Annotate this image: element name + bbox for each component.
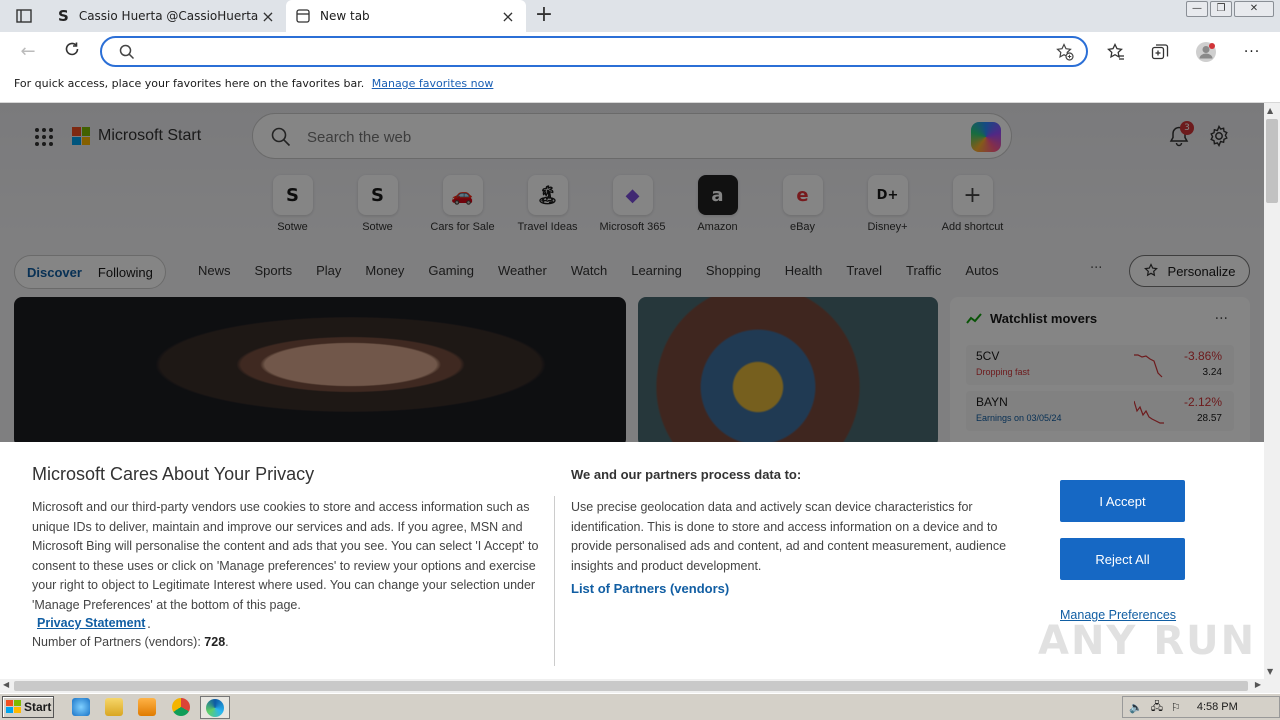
modal-backdrop (0, 103, 1264, 442)
close-tab-icon[interactable]: × (500, 7, 516, 26)
taskbar: Start 🔈 🖧 ⚐ 4:58 PM (0, 693, 1280, 720)
favorites-button[interactable] (1104, 40, 1128, 64)
vertical-scrollbar[interactable]: ▲ ▼ (1264, 103, 1280, 679)
scroll-down-icon[interactable]: ▼ (1267, 667, 1273, 676)
manage-favorites-link[interactable]: Manage favorites now (372, 77, 494, 90)
add-favorite-icon[interactable] (1056, 43, 1074, 61)
favorites-bar-message: For quick access, place your favorites h… (14, 77, 365, 90)
chrome-icon[interactable] (172, 698, 190, 716)
edge-taskbar-button[interactable] (200, 696, 230, 719)
privacy-statement-link[interactable]: Privacy Statement (37, 616, 145, 630)
flag-icon[interactable]: ⚐ (1171, 701, 1181, 714)
address-input[interactable] (146, 42, 1026, 62)
network-icon[interactable]: 🖧 (1151, 698, 1163, 717)
partners-label: Number of Partners (vendors): (32, 635, 201, 649)
collections-button[interactable] (1148, 40, 1172, 64)
restore-button[interactable]: ❐ (1210, 1, 1232, 17)
collections-icon (1151, 44, 1169, 60)
system-tray: 🔈 🖧 ⚐ 4:58 PM (1122, 696, 1280, 718)
folder-icon[interactable] (105, 698, 123, 716)
windows-logo-icon (6, 700, 21, 713)
tab-title: Cassio Huerta @CassioHuerta - T (78, 9, 260, 23)
volume-icon[interactable]: 🔈 (1129, 701, 1143, 714)
tab-actions-button[interactable] (8, 5, 40, 27)
internet-explorer-icon[interactable] (72, 698, 90, 716)
accept-button[interactable]: I Accept (1060, 480, 1185, 522)
partners-number: 728 (204, 635, 226, 649)
privacy-consent-panel: Microsoft Cares About Your Privacy Micro… (0, 442, 1264, 679)
scroll-right-icon[interactable]: ▶ (1255, 680, 1261, 689)
search-icon (119, 44, 135, 60)
privacy-title: Microsoft Cares About Your Privacy (32, 464, 315, 484)
address-bar[interactable] (100, 36, 1088, 67)
scroll-thumb[interactable] (14, 681, 1248, 691)
edge-icon (206, 698, 224, 717)
avatar-icon (1196, 42, 1216, 62)
partners-count: Number of Partners (vendors): 728. (32, 635, 229, 649)
tab-actions-icon (16, 9, 32, 23)
tab-cassio-huerta[interactable]: S Cassio Huerta @CassioHuerta - T × (48, 0, 286, 32)
new-tab-button[interactable]: + (532, 4, 556, 28)
refresh-icon (65, 42, 79, 56)
sotwe-favicon-icon: S (58, 7, 69, 25)
favorites-icon (1107, 43, 1124, 60)
profile-button[interactable] (1194, 40, 1218, 64)
minimize-button[interactable]: — (1186, 1, 1208, 17)
scroll-left-icon[interactable]: ◀ (3, 680, 9, 689)
scroll-up-icon[interactable]: ▲ (1267, 106, 1273, 115)
media-player-icon[interactable] (138, 698, 156, 716)
tab-new-tab[interactable]: New tab × (286, 0, 526, 32)
list-of-partners-link[interactable]: List of Partners (vendors) (571, 581, 729, 596)
start-label: Start (24, 700, 52, 714)
start-button[interactable]: Start (2, 696, 54, 718)
scroll-thumb[interactable] (1266, 119, 1278, 203)
settings-more-button[interactable]: ··· (1240, 40, 1264, 64)
partners-period: . (225, 635, 229, 649)
reject-all-button[interactable]: Reject All (1060, 538, 1185, 580)
back-button[interactable]: ← (16, 40, 40, 64)
privacy-link-period: . (147, 616, 151, 631)
scrollbar-corner (1264, 679, 1280, 693)
clock: 4:58 PM (1196, 701, 1238, 713)
window-controls: — ❐ ✕ (1186, 1, 1274, 17)
close-tab-icon[interactable]: × (260, 7, 276, 26)
close-window-button[interactable]: ✕ (1234, 1, 1274, 17)
divider (554, 496, 555, 666)
watermark: ANY RUN (1038, 618, 1257, 664)
purposes-heading: We and our partners process data to: (571, 467, 802, 482)
refresh-button[interactable] (60, 40, 84, 64)
privacy-body: Microsoft and our third-party vendors us… (32, 500, 539, 612)
horizontal-scrollbar[interactable]: ◀ ▶ (0, 679, 1264, 693)
tab-title: New tab (320, 9, 370, 23)
favorites-bar: For quick access, place your favorites h… (0, 70, 1280, 103)
purposes-body: Use precise geolocation data and activel… (571, 500, 1007, 573)
new-tab-favicon-icon (296, 9, 310, 23)
